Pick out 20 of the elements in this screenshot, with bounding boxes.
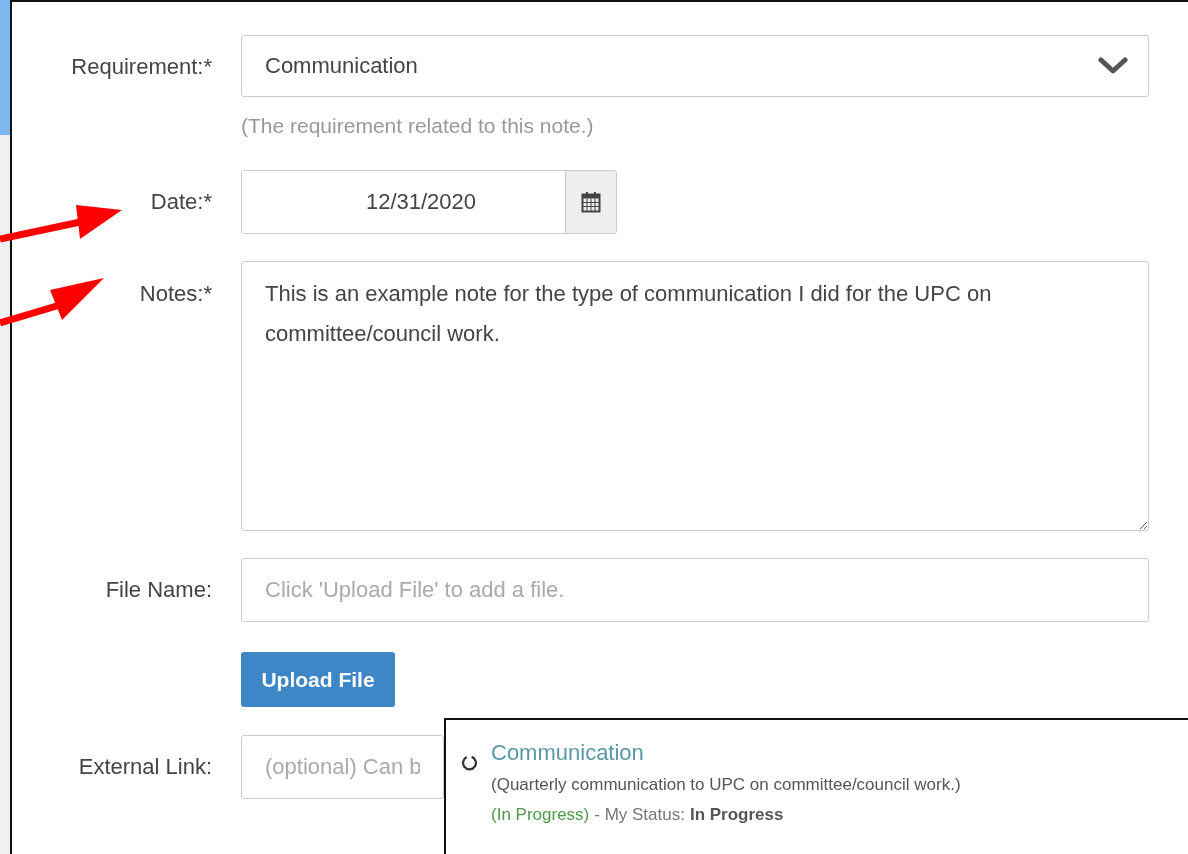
chevron-down-icon bbox=[1098, 56, 1128, 76]
requirement-select[interactable]: Communication bbox=[241, 35, 1149, 97]
help-text: (The requirement related to this note.) bbox=[241, 114, 595, 138]
spinner-icon bbox=[462, 755, 478, 771]
field-label: External Link: bbox=[78, 753, 212, 780]
notes-field[interactable]: This is an example note for the type of communication I did for the UPC on committee/council work. bbox=[241, 261, 1149, 531]
calendar-icon bbox=[581, 191, 601, 213]
status-value: In Progress bbox=[689, 805, 784, 825]
field-label: File Name: bbox=[105, 576, 212, 603]
status-label: - My Status: bbox=[594, 805, 685, 825]
field-label: Notes:* bbox=[139, 280, 212, 307]
external-link-field[interactable]: (optional) Can b bbox=[241, 735, 444, 799]
field-label: Date:* bbox=[150, 188, 212, 215]
field-label: Requirement:* bbox=[71, 53, 212, 80]
requirement-description: (Quarterly communication to UPC on committee/council work.) bbox=[491, 775, 961, 795]
upload-file-button[interactable]: Upload File bbox=[241, 652, 395, 707]
status-text: (In Progress) bbox=[491, 805, 590, 825]
calendar-button[interactable] bbox=[565, 171, 616, 233]
file-name-field[interactable]: Click 'Upload File' to add a file. bbox=[241, 558, 1149, 622]
date-field[interactable]: 12/31/2020 bbox=[241, 170, 617, 234]
